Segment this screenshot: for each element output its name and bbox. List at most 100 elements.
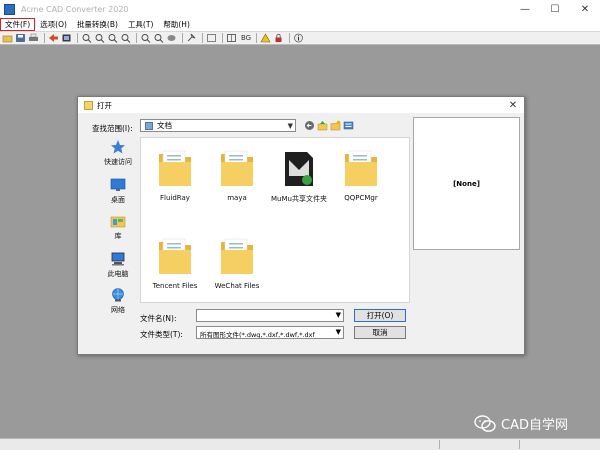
zoom-previous-icon[interactable] (153, 33, 164, 43)
folder-icon (221, 150, 253, 186)
statusbar (0, 438, 600, 450)
maximize-button[interactable]: ☐ (540, 0, 570, 18)
toolbar-separator (289, 33, 291, 43)
pin-icon[interactable] (186, 33, 197, 43)
place-label: 桌面 (111, 196, 125, 204)
place-label: 网络 (111, 306, 125, 314)
zoom-extents-icon[interactable] (140, 33, 151, 43)
open-icon[interactable] (2, 33, 13, 43)
toolbar-separator (182, 33, 183, 43)
toolbar-separator (222, 33, 223, 43)
filename-input[interactable] (197, 310, 327, 321)
warning-icon[interactable] (260, 33, 271, 43)
app-logo-icon (4, 3, 15, 15)
filetype-label: 文件类型(T): (140, 330, 183, 339)
file-name: MuMu共享文件夹 (271, 195, 327, 203)
chevron-down-icon[interactable]: ▼ (336, 310, 341, 321)
filetype-dropdown[interactable]: 所有图形文件(*.dwg,*.dxf,*.dwf,*.dxf ▼ (196, 326, 344, 339)
library-icon (110, 213, 126, 229)
open-button[interactable]: 打开(O) (354, 309, 406, 322)
lookin-dropdown[interactable]: 文档 ▼ (140, 119, 296, 132)
filename-combobox[interactable]: ▼ (196, 309, 344, 322)
zoom-in-icon[interactable] (81, 33, 92, 43)
place-label: 此电脑 (107, 270, 129, 278)
filename-label: 文件名(N): (140, 314, 177, 323)
menubar: 文件(F) 选项(O) 批量转换(B) 工具(T) 帮助(H) (0, 18, 600, 31)
place-desktop[interactable]: 桌面 (90, 177, 146, 205)
lookin-value: 文档 (157, 121, 172, 130)
bg-toggle-button[interactable]: BG (241, 34, 251, 42)
status-cell (0, 440, 440, 449)
info-icon[interactable] (293, 33, 304, 43)
toolbar-separator (44, 33, 45, 43)
dialog-close-button[interactable]: ✕ (506, 98, 520, 112)
places-bar: 快速访问 桌面 库 此电脑 网络 (90, 137, 146, 319)
folder-icon (221, 238, 253, 274)
place-this-pc[interactable]: 此电脑 (90, 251, 146, 279)
file-name: WeChat Files (214, 282, 260, 290)
zoom-out-icon[interactable] (94, 33, 105, 43)
network-icon (110, 287, 126, 303)
close-button[interactable]: ✕ (570, 0, 600, 18)
new-folder-icon[interactable] (330, 120, 341, 131)
wechat-logo-icon (474, 414, 496, 432)
zoom-window-icon[interactable] (107, 33, 118, 43)
file-item-maya[interactable]: maya (203, 146, 271, 202)
up-folder-icon[interactable] (317, 120, 328, 131)
menu-help[interactable]: 帮助(H) (158, 18, 195, 31)
mumu-folder-icon (285, 152, 313, 186)
place-network[interactable]: 网络 (90, 287, 146, 315)
app-title: Acme CAD Converter 2020 (21, 4, 129, 14)
filetype-value: 所有图形文件(*.dwg,*.dxf,*.dwf,*.dxf (200, 331, 315, 339)
file-name: Tencent Files (152, 282, 198, 290)
toolbar-separator (202, 33, 203, 43)
minimize-button[interactable]: — (510, 0, 540, 18)
layers-icon[interactable] (61, 33, 72, 43)
file-item-qqpcmgr[interactable]: QQPCMgr (327, 146, 395, 202)
chevron-down-icon: ▼ (335, 327, 341, 338)
file-list[interactable]: FluidRay maya MuMu共享文件夹 QQPCMgr Tencent … (140, 137, 410, 303)
place-quick-access[interactable]: 快速访问 (90, 139, 146, 167)
open-dialog: 打开 ✕ 查找范围(I): 文档 ▼ 快速访问 桌面 库 此电脑 网络 Flui… (77, 96, 525, 355)
file-item-fluidray[interactable]: FluidRay (141, 146, 209, 202)
view-menu-icon[interactable] (343, 120, 354, 131)
lookin-label: 查找范围(I): (92, 124, 133, 133)
save-icon[interactable] (15, 33, 26, 43)
preview-pane: [None] (413, 117, 520, 250)
folder-icon (345, 150, 377, 186)
layout-icon[interactable] (206, 33, 217, 43)
toolbar: BG (0, 31, 600, 45)
chevron-down-icon: ▼ (287, 122, 293, 130)
menu-options[interactable]: 选项(O) (35, 18, 72, 31)
pan-icon[interactable] (166, 33, 177, 43)
status-cell (520, 440, 598, 449)
documents-icon (145, 121, 153, 130)
menu-tools[interactable]: 工具(T) (123, 18, 158, 31)
file-item-wechat-files[interactable]: WeChat Files (203, 234, 271, 290)
preview-text: [None] (453, 179, 480, 188)
place-label: 快速访问 (104, 158, 132, 166)
convert-icon[interactable] (48, 33, 59, 43)
file-name: FluidRay (160, 194, 190, 202)
watermark: CAD自学网 (474, 414, 568, 433)
nav-toolbar (304, 120, 356, 131)
print-icon[interactable] (28, 33, 39, 43)
desktop-icon (110, 177, 126, 193)
menu-batch-convert[interactable]: 批量转换(B) (72, 18, 123, 31)
watermark-text: CAD自学网 (501, 418, 568, 433)
status-cell (440, 440, 520, 449)
computer-icon (110, 251, 126, 267)
file-name: maya (227, 194, 247, 202)
folder-icon (159, 150, 191, 186)
place-library[interactable]: 库 (90, 213, 146, 241)
grid-icon[interactable] (226, 33, 237, 43)
menu-file[interactable]: 文件(F) (0, 18, 36, 31)
toolbar-separator (256, 33, 258, 43)
toolbar-separator (136, 33, 137, 43)
zoom-fit-icon[interactable] (120, 33, 131, 43)
file-item-tencent-files[interactable]: Tencent Files (141, 234, 209, 290)
file-item-mumu-shared[interactable]: MuMu共享文件夹 (265, 146, 333, 204)
back-icon[interactable] (304, 120, 315, 131)
lock-icon[interactable] (273, 33, 284, 43)
cancel-button[interactable]: 取消 (354, 326, 406, 339)
